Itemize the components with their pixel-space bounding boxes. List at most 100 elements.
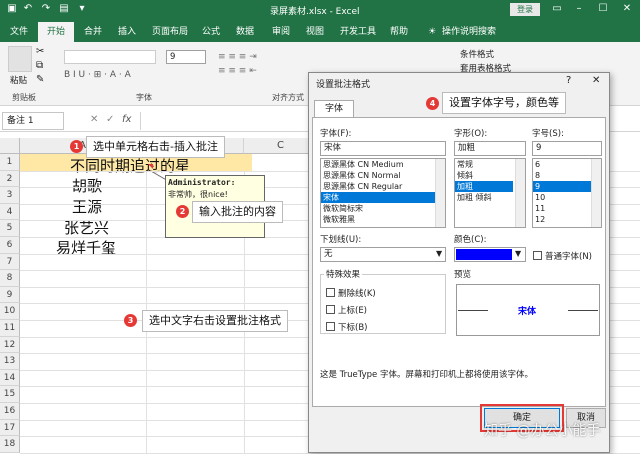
dialog-close-icon[interactable]: ✕ [592,75,600,86]
name-box[interactable]: 备注 1 [2,112,64,130]
font-list-item[interactable]: 微软简标宋 [321,203,435,214]
font-list-item[interactable]: 宋体 [321,192,435,203]
size-list-item[interactable]: 11 [533,203,591,214]
row-header[interactable]: 5 [0,220,20,237]
font-list-item[interactable]: 思源黑体 CN Normal [321,170,435,181]
subscript-checkbox[interactable] [326,322,335,331]
row-header[interactable]: 1 [0,154,20,171]
alignment-icons[interactable]: ≡ ≡ ≡ ⇥ ≡ ≡ ≡ ⇤ [218,50,298,80]
tab-file[interactable]: 文件 [10,24,28,40]
row-header[interactable]: 6 [0,237,20,254]
font-name-box[interactable] [64,50,156,64]
enter-formula-icon[interactable]: ✓ [106,114,114,125]
save-icon[interactable]: ▣ [6,3,18,15]
comment-indicator [148,164,153,169]
row-header[interactable]: 16 [0,403,20,420]
tab-view[interactable]: 视图 [306,24,324,40]
quick-access-icon[interactable]: ▤ [58,3,70,15]
tab-help[interactable]: 帮助 [390,24,408,40]
maximize-icon[interactable]: ☐ [596,2,610,16]
row-header[interactable]: 18 [0,436,20,453]
row-header[interactable]: 12 [0,336,20,354]
tab-page-layout[interactable]: 页面布局 [152,24,188,40]
tab-formulas[interactable]: 公式 [202,24,220,40]
font-format-icons[interactable]: B I U · ⊞ · A · A [64,70,204,82]
minimize-icon[interactable]: – [572,2,586,16]
size-list-scrollbar[interactable] [591,159,601,227]
select-all-corner[interactable] [0,138,20,154]
dropdown-icon[interactable]: ▾ [76,3,88,15]
copy-icon[interactable]: ⧉ [36,60,43,71]
style-list-scrollbar[interactable] [515,159,525,227]
style-list-item[interactable]: 加粗 [455,181,513,192]
close-icon[interactable]: ✕ [620,2,634,16]
strikethrough-checkbox[interactable] [326,288,335,297]
superscript-checkbox[interactable] [326,305,335,314]
conditional-format-button[interactable]: 条件格式 [460,48,494,60]
cancel-formula-icon[interactable]: ✕ [90,114,98,125]
preview-text: 宋体 [518,307,537,317]
cell-a3[interactable]: 王源 [72,196,102,217]
formula-input[interactable] [140,112,308,130]
font-size-label: 字号(S): [532,129,564,139]
row-header[interactable]: 3 [0,187,20,204]
cut-icon[interactable]: ✂ [36,46,44,57]
undo-icon[interactable]: ↶ [22,3,34,15]
insert-function-icon[interactable]: fx [122,114,131,125]
size-list-item[interactable]: 9 [533,181,591,192]
row-header[interactable]: 9 [0,286,20,304]
tab-home[interactable]: 开始 [38,22,74,42]
row-header[interactable]: 14 [0,369,20,387]
tab-review[interactable]: 审阅 [272,24,290,40]
row-header[interactable]: 2 [0,170,20,188]
row-header[interactable]: 13 [0,353,20,370]
font-size-box[interactable]: 9 [166,50,206,64]
size-list-item[interactable]: 10 [533,192,591,203]
row-header[interactable]: 10 [0,303,20,320]
tab-insert[interactable]: 插入 [118,24,136,40]
font-name-label: 字体(F): [320,129,352,139]
font-list-item[interactable]: 思源黑体 CN Medium [321,159,435,170]
tab-developer[interactable]: 开发工具 [340,24,376,40]
size-list-item[interactable]: 6 [533,159,591,170]
row-header[interactable]: 7 [0,253,20,271]
style-list-item[interactable]: 常规 [455,159,513,170]
row-header[interactable]: 11 [0,320,20,337]
style-list-item[interactable]: 加粗 倾斜 [455,192,513,203]
style-list-item[interactable]: 倾斜 [455,170,513,181]
chevron-down-icon: ▼ [436,249,443,258]
underline-select[interactable]: 无 [320,247,446,262]
font-name-field[interactable]: 宋体 [320,141,446,156]
size-list-item[interactable]: 8 [533,170,591,181]
cell-a2[interactable]: 胡歌 [72,175,102,196]
color-label: 颜色(C): [454,235,487,245]
font-list-item[interactable]: 思源黑体 CN Regular [321,181,435,192]
tell-me-search[interactable]: 操作说明搜索 [442,24,496,40]
superscript-label: 上标(E) [338,306,368,316]
comment-text[interactable]: 非常帅，很nice! [168,189,228,200]
step-badge-3: 3 [124,314,137,327]
tab-font[interactable]: 字体 [314,100,354,118]
login-button[interactable]: 登录 [510,3,540,16]
row-header[interactable]: 15 [0,386,20,403]
row-header[interactable]: 17 [0,419,20,437]
font-size-field[interactable]: 9 [532,141,602,156]
size-list-item[interactable]: 12 [533,214,591,225]
paste-icon[interactable] [8,46,32,72]
ribbon-display-icon[interactable]: ▭ [550,2,564,16]
font-style-field[interactable]: 加粗 [454,141,526,156]
tab-data[interactable]: 数据 [236,24,254,40]
tab-merge[interactable]: 合并 [84,24,102,40]
help-icon[interactable]: ? [566,75,571,86]
row-header[interactable]: 4 [0,203,20,221]
cell-a5[interactable]: 易烊千玺 [56,237,116,258]
column-header-c[interactable]: C [244,138,318,154]
format-painter-icon[interactable]: ✎ [36,74,44,85]
font-list-item[interactable]: 微软雅黑 [321,214,435,225]
normal-font-checkbox[interactable] [533,251,542,260]
cell-a1[interactable]: 不同时期追过的星 [70,155,190,176]
redo-icon[interactable]: ↷ [40,3,52,15]
row-header[interactable]: 8 [0,270,20,287]
font-list-scrollbar[interactable] [435,159,445,227]
comment-author[interactable]: Administrator: [168,178,235,187]
